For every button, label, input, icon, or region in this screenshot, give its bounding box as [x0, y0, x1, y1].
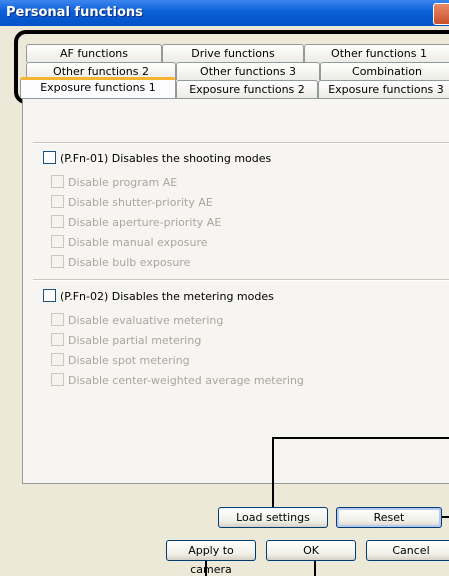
checkbox-icon — [51, 373, 64, 386]
option-label: Disable spot metering — [68, 354, 190, 367]
pfn01-label: (P.Fn-01) Disables the shooting modes — [60, 152, 272, 165]
option-disable-shutter-priority-ae: Disable shutter-priority AE — [51, 195, 213, 211]
tab-drive-functions[interactable]: Drive functions — [162, 44, 304, 62]
checkbox-icon — [51, 235, 64, 248]
option-disable-spot-metering: Disable spot metering — [51, 353, 190, 369]
callout-line — [314, 561, 316, 576]
option-disable-center-weighted-metering: Disable center-weighted average metering — [51, 373, 304, 389]
checkbox-icon — [43, 289, 56, 302]
tab-combination[interactable]: Combination — [320, 62, 449, 80]
separator — [33, 279, 449, 281]
pfn02-checkbox[interactable]: (P.Fn-02) Disables the metering modes — [43, 289, 274, 305]
callout-line — [205, 561, 207, 576]
callout-line — [442, 516, 449, 518]
option-disable-evaluative-metering: Disable evaluative metering — [51, 313, 223, 329]
close-button[interactable] — [433, 3, 449, 25]
exposure-functions-panel: (P.Fn-01) Disables the shooting modes Di… — [22, 98, 449, 484]
option-disable-bulb-exposure: Disable bulb exposure — [51, 255, 190, 271]
ok-button[interactable]: OK — [266, 540, 356, 561]
cancel-button[interactable]: Cancel — [366, 540, 449, 561]
personal-functions-window: Personal functions AF functions Drive fu… — [0, 0, 449, 576]
separator — [33, 142, 449, 144]
checkbox-icon — [51, 175, 64, 188]
checkbox-icon — [51, 333, 64, 346]
callout-line — [272, 437, 449, 439]
apply-to-camera-button[interactable]: Apply to camera — [166, 540, 256, 576]
checkbox-icon — [51, 195, 64, 208]
checkbox-icon — [51, 215, 64, 228]
option-disable-partial-metering: Disable partial metering — [51, 333, 201, 349]
option-label: Disable partial metering — [68, 334, 202, 347]
option-label: Disable manual exposure — [68, 236, 208, 249]
option-label: Disable center-weighted average metering — [68, 374, 304, 387]
callout-line — [272, 437, 274, 507]
option-label: Disable program AE — [68, 176, 178, 189]
tab-other-functions-1[interactable]: Other functions 1 — [304, 44, 449, 62]
pfn02-label: (P.Fn-02) Disables the metering modes — [60, 290, 274, 303]
tab-af-functions[interactable]: AF functions — [26, 44, 162, 62]
checkbox-icon — [51, 313, 64, 326]
option-disable-manual-exposure: Disable manual exposure — [51, 235, 208, 251]
option-label: Disable bulb exposure — [68, 256, 191, 269]
option-label: Disable shutter-priority AE — [68, 196, 213, 209]
tab-exposure-functions-3[interactable]: Exposure functions 3 — [318, 80, 449, 98]
checkbox-icon — [51, 353, 64, 366]
checkbox-icon — [43, 151, 56, 164]
load-settings-button[interactable]: Load settings — [218, 507, 328, 528]
option-disable-aperture-priority-ae: Disable aperture-priority AE — [51, 215, 221, 231]
tab-strip: AF functions Drive functions Other funct… — [14, 30, 449, 104]
option-disable-program-ae: Disable program AE — [51, 175, 177, 191]
option-label: Disable evaluative metering — [68, 314, 224, 327]
window-title: Personal functions — [6, 5, 143, 20]
tab-exposure-functions-1[interactable]: Exposure functions 1 — [20, 77, 176, 98]
pfn01-checkbox[interactable]: (P.Fn-01) Disables the shooting modes — [43, 151, 271, 167]
tab-other-functions-3[interactable]: Other functions 3 — [176, 62, 320, 80]
tab-exposure-functions-2[interactable]: Exposure functions 2 — [176, 80, 318, 98]
reset-button[interactable]: Reset — [336, 507, 442, 528]
option-label: Disable aperture-priority AE — [68, 216, 222, 229]
checkbox-icon — [51, 255, 64, 268]
title-bar: Personal functions — [0, 0, 449, 26]
